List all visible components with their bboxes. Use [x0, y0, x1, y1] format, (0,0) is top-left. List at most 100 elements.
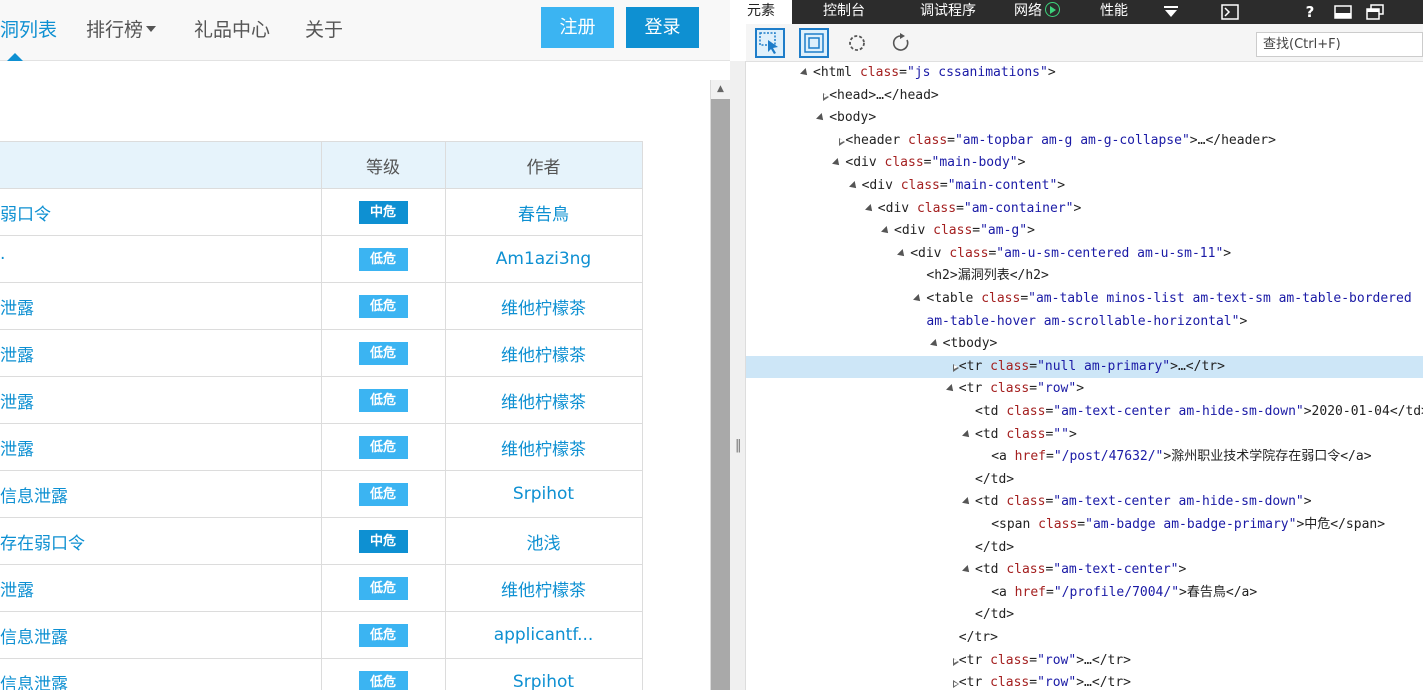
select-element-icon[interactable] [755, 28, 785, 58]
vuln-title-link[interactable]: 弱口令 [0, 188, 322, 236]
vuln-title-link[interactable]: 泄露 [0, 376, 322, 424]
expanded-triangle-icon[interactable] [913, 294, 924, 304]
tag-text: <td [975, 494, 1007, 510]
dom-node[interactable]: <table class="am-table minos-list am-tex… [746, 288, 1423, 311]
author-link[interactable]: Srpihot [444, 470, 643, 518]
dom-node[interactable]: am-table-hover am-scrollable-horizontal"… [746, 311, 1423, 334]
top-navbar: 洞列表 排行榜 礼品中心 关于 注册 登录 [0, 0, 730, 61]
devtools-splitter[interactable]: ‖ [730, 61, 746, 690]
expanded-triangle-icon[interactable] [945, 384, 956, 395]
help-icon[interactable]: ? [1301, 0, 1319, 24]
dom-node[interactable]: <h2>漏洞列表</h2> [746, 265, 1423, 288]
dom-node[interactable]: </td> [746, 604, 1423, 627]
vuln-title-link[interactable]: 信息泄露 [0, 658, 322, 690]
dom-node[interactable]: <a href="/post/47632/">滁州职业技术学院存在弱口令</a> [746, 446, 1423, 469]
undock-icon[interactable] [1364, 0, 1386, 24]
expanded-triangle-icon[interactable] [881, 226, 891, 237]
tab-console[interactable]: 控制台 [823, 0, 865, 24]
dom-node[interactable]: <div class="am-u-sm-centered am-u-sm-11"… [746, 243, 1423, 266]
dom-node[interactable]: <tbody> [746, 333, 1423, 356]
vuln-title-link[interactable]: 泄露 [0, 564, 322, 612]
console-toggle-icon[interactable] [1219, 0, 1241, 24]
author-link[interactable]: applicantf... [444, 611, 643, 659]
dom-node[interactable]: <div class="am-g"> [746, 220, 1423, 243]
dom-node[interactable]: <tr class="row">…</tr> [746, 650, 1423, 673]
splitter-grip-icon[interactable]: ‖ [735, 438, 742, 453]
author-link[interactable]: 维他柠檬茶 [444, 564, 643, 612]
dom-node[interactable]: <td class="am-text-center am-hide-sm-dow… [746, 401, 1423, 424]
author-link[interactable]: 池浅 [444, 517, 643, 565]
refresh-icon[interactable] [887, 28, 917, 58]
vuln-title-link[interactable]: 存在弱口令 [0, 517, 322, 565]
expanded-triangle-icon[interactable] [816, 113, 827, 124]
dom-node[interactable]: <body> [746, 107, 1423, 130]
dom-node[interactable]: <td class="am-text-center am-hide-sm-dow… [746, 491, 1423, 514]
tag-text: > [1073, 200, 1082, 216]
tag-text: > [1178, 562, 1187, 578]
vuln-title-link[interactable]: 信息泄露 [0, 470, 322, 518]
dom-node[interactable]: <header class="am-topbar am-g am-g-colla… [746, 130, 1423, 153]
author-link[interactable]: 维他柠檬茶 [444, 376, 643, 424]
dom-node[interactable]: <tr class="row">…</tr> [746, 672, 1423, 690]
author-link[interactable]: 维他柠檬茶 [444, 329, 643, 377]
active-nav-indicator-icon [7, 53, 23, 61]
author-link[interactable]: Srpihot [444, 658, 643, 690]
dom-node-text: <td class="am-text-center am-hide-sm-dow… [975, 491, 1312, 513]
find-input[interactable]: 查找(Ctrl+F) [1256, 32, 1423, 57]
table-row: 存在弱口令 中危 池浅 [0, 517, 643, 565]
dom-node[interactable]: <div class="main-content"> [746, 175, 1423, 198]
dom-node[interactable]: <span class="am-badge am-badge-primary">… [746, 514, 1423, 537]
author-link[interactable]: Am1azi3ng [444, 235, 643, 283]
tab-network[interactable]: 网络 [1014, 0, 1060, 24]
dom-node[interactable]: </td> [746, 469, 1423, 492]
author-link[interactable]: 维他柠檬茶 [444, 423, 643, 471]
author-link[interactable]: 春告鳥 [444, 188, 643, 236]
nav-item-gift-center[interactable]: 礼品中心 [194, 17, 270, 43]
more-tabs-icon[interactable] [1160, 0, 1182, 24]
vuln-title-link[interactable]: 泄露 [0, 329, 322, 377]
expanded-triangle-icon[interactable] [962, 565, 972, 576]
dom-node[interactable]: <td class="am-text-center"> [746, 559, 1423, 582]
dom-node[interactable]: <a href="/profile/7004/">春告鳥</a> [746, 582, 1423, 605]
expanded-triangle-icon[interactable] [864, 203, 875, 214]
login-button[interactable]: 登录 [626, 7, 699, 48]
nav-item-about[interactable]: 关于 [305, 17, 343, 43]
page-scrollbar[interactable]: ▲ [710, 80, 730, 690]
expanded-triangle-icon[interactable] [929, 339, 940, 350]
color-picker-icon[interactable] [843, 28, 873, 58]
expanded-triangle-icon[interactable] [962, 497, 972, 508]
nav-item-vuln-list[interactable]: 洞列表 [0, 17, 57, 43]
vuln-title-link[interactable]: 泄露 [0, 423, 322, 471]
tag-text: </td> [975, 607, 1015, 623]
dom-node[interactable]: <div class="am-container"> [746, 198, 1423, 221]
dom-node[interactable]: <td class=""> [746, 424, 1423, 447]
severity-cell: 低危 [320, 235, 446, 283]
vuln-title-link[interactable]: 泄露 [0, 282, 322, 330]
nav-item-ranking[interactable]: 排行榜 [86, 17, 157, 43]
expanded-triangle-icon[interactable] [962, 429, 972, 440]
dom-node[interactable]: <tr class="row"> [746, 378, 1423, 401]
tab-debugger[interactable]: 调试程序 [920, 0, 976, 24]
tab-elements[interactable]: 元素 [730, 0, 792, 24]
severity-cell: 中危 [320, 188, 446, 236]
dom-node[interactable]: <div class="main-body"> [746, 152, 1423, 175]
author-link[interactable]: 维他柠檬茶 [444, 282, 643, 330]
tab-performance[interactable]: 性能 [1100, 0, 1128, 24]
dom-node[interactable]: <html class="js cssanimations"> [746, 62, 1423, 85]
vuln-title-link[interactable]: · [0, 235, 322, 283]
expanded-triangle-icon[interactable] [848, 181, 859, 191]
dom-node[interactable]: <head>…</head> [746, 85, 1423, 108]
dock-icon[interactable] [1332, 0, 1354, 24]
attr-name: class [1006, 426, 1046, 442]
expanded-triangle-icon[interactable] [832, 158, 843, 169]
dom-node[interactable]: </tr> [746, 627, 1423, 650]
expanded-triangle-icon[interactable] [800, 68, 810, 78]
vuln-title-link[interactable]: 信息泄露 [0, 611, 322, 659]
dom-node[interactable]: </td> [746, 537, 1423, 560]
expanded-triangle-icon[interactable] [897, 248, 908, 259]
box-model-icon[interactable] [799, 28, 829, 58]
scrollbar-thumb[interactable] [711, 99, 730, 690]
register-button[interactable]: 注册 [541, 7, 614, 48]
scroll-up-icon[interactable]: ▲ [711, 80, 730, 99]
dom-node-selected[interactable]: <tr class="null am-primary">…</tr> [746, 355, 1423, 379]
